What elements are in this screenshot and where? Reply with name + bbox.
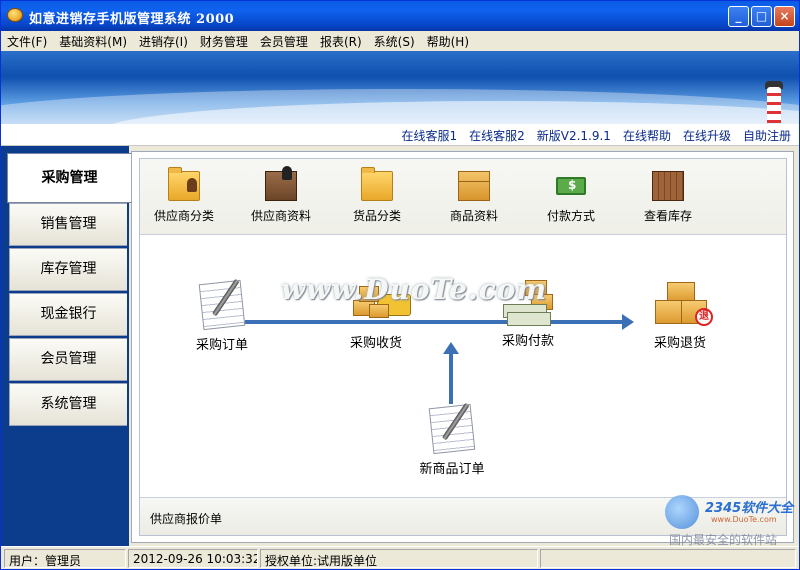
side-nav: 采购管理 销售管理 库存管理 现金银行 会员管理 系统管理: [1, 146, 131, 546]
site-url: www.DuoTe.com: [711, 515, 777, 524]
link-self-register[interactable]: 自助注册: [743, 129, 791, 143]
goods-category-button[interactable]: 货品分类: [329, 167, 425, 224]
window-title: 如意进销存手机版管理系统 2000: [29, 12, 235, 27]
purchase-receive-label: 采购收货: [349, 336, 402, 351]
new-item-order-node[interactable]: 新商品订单: [410, 402, 494, 477]
tab-system[interactable]: 系统管理: [9, 383, 127, 426]
title-bar[interactable]: 如意进销存手机版管理系统 2000 _ □ ×: [1, 1, 799, 31]
supplier-category-button[interactable]: 供应商分类: [136, 167, 232, 224]
tab-sales[interactable]: 销售管理: [9, 203, 127, 246]
new-document-icon: [428, 402, 476, 455]
new-item-order-label: 新商品订单: [419, 462, 485, 477]
duote-watermark: www.DuoTe.com: [281, 273, 548, 306]
menu-system[interactable]: 系统(S): [368, 31, 421, 51]
lighthouse-tower: [767, 87, 781, 123]
payment-method-label: 付款方式: [546, 209, 595, 223]
money-icon: [556, 177, 586, 195]
toolbar: 供应商分类 供应商资料 货品分类 商品资料 付款方式: [140, 159, 786, 235]
payment-method-button[interactable]: 付款方式: [523, 171, 619, 224]
site-name: 2345软件大全: [705, 501, 794, 516]
status-datetime: 2012-09-26 10:03:32: [128, 549, 258, 568]
menu-bar: 文件(F) 基础资料(M) 进销存(I) 财务管理 会员管理 报表(R) 系统(S) 帮助(H…: [1, 31, 799, 51]
tab-purchase[interactable]: 采购管理: [7, 153, 131, 203]
box-icon: [458, 171, 490, 201]
flow-arrow-horizontal: [245, 320, 625, 324]
menu-file[interactable]: 文件(F): [1, 31, 53, 51]
purchase-return-label: 采购退货: [653, 336, 706, 351]
menu-reports[interactable]: 报表(R): [314, 31, 368, 51]
purchase-return-node[interactable]: 退 采购退货: [640, 282, 720, 351]
status-bar: 用户：管理员 2012-09-26 10:03:32 授权单位:试用版单位: [1, 546, 799, 569]
menu-basic-data[interactable]: 基础资料(M): [53, 31, 133, 51]
menu-help[interactable]: 帮助(H): [421, 31, 475, 51]
site-logo-icon: [665, 495, 699, 529]
folder-person-icon: [168, 167, 200, 201]
supplier-category-label: 供应商分类: [153, 209, 214, 223]
status-license: 授权单位:试用版单位: [260, 549, 538, 568]
link-online-service-1[interactable]: 在线客服1: [401, 129, 457, 143]
flow-arrow-head: [622, 314, 634, 330]
flow-arrow-vertical: [449, 354, 453, 404]
return-boxes-icon: 退: [653, 282, 713, 326]
minimize-button[interactable]: _: [728, 6, 749, 27]
site-watermark: 2345软件大全 www.DuoTe.com 国内最安全的软件站: [661, 493, 800, 547]
document-pen-icon: [198, 278, 246, 331]
view-stock-button[interactable]: 查看库存: [620, 171, 716, 224]
header-banner: [1, 51, 799, 124]
supplier-info-button[interactable]: 供应商资料: [233, 166, 329, 224]
supplier-person-icon: [265, 166, 297, 201]
purchase-order-node[interactable]: 采购订单: [186, 278, 258, 353]
status-empty: [540, 549, 796, 568]
goods-category-label: 货品分类: [352, 209, 401, 223]
menu-members[interactable]: 会员管理: [254, 31, 314, 51]
purchase-panel: 供应商分类 供应商资料 货品分类 商品资料 付款方式: [139, 158, 787, 536]
link-bar: 在线客服1 在线客服2 新版V2.1.9.1 在线帮助 在线升级 自助注册: [1, 124, 799, 146]
app-window: 如意进销存手机版管理系统 2000 _ □ × 文件(F) 基础资料(M) 进销存(…: [0, 0, 800, 570]
crate-icon: [652, 171, 684, 201]
main-content: 供应商分类 供应商资料 货品分类 商品资料 付款方式: [131, 151, 794, 543]
folder-icon: [361, 167, 393, 201]
view-stock-label: 查看库存: [643, 209, 692, 223]
tab-stock[interactable]: 库存管理: [9, 248, 127, 291]
tab-cash-bank[interactable]: 现金银行: [9, 293, 127, 336]
link-online-upgrade[interactable]: 在线升级: [683, 129, 731, 143]
maximize-button[interactable]: □: [751, 6, 772, 27]
link-online-help[interactable]: 在线帮助: [623, 129, 671, 143]
purchase-payment-label: 采购付款: [501, 334, 554, 349]
menu-inventory[interactable]: 进销存(I): [133, 31, 194, 51]
supplier-quote-link[interactable]: 供应商报价单: [150, 510, 222, 527]
flow-arrow-up-head: [443, 342, 459, 354]
purchase-order-label: 采购订单: [195, 338, 248, 353]
status-user: 用户：管理员: [4, 549, 126, 568]
link-online-service-2[interactable]: 在线客服2: [469, 129, 525, 143]
supplier-info-label: 供应商资料: [250, 209, 311, 223]
tab-member[interactable]: 会员管理: [9, 338, 127, 381]
close-button[interactable]: ×: [774, 6, 795, 27]
menu-finance[interactable]: 财务管理: [194, 31, 254, 51]
app-logo-icon: [7, 8, 23, 22]
product-info-button[interactable]: 商品资料: [426, 171, 522, 224]
product-info-label: 商品资料: [449, 209, 498, 223]
return-badge: 退: [695, 308, 713, 326]
link-new-version[interactable]: 新版V2.1.9.1: [537, 129, 611, 143]
